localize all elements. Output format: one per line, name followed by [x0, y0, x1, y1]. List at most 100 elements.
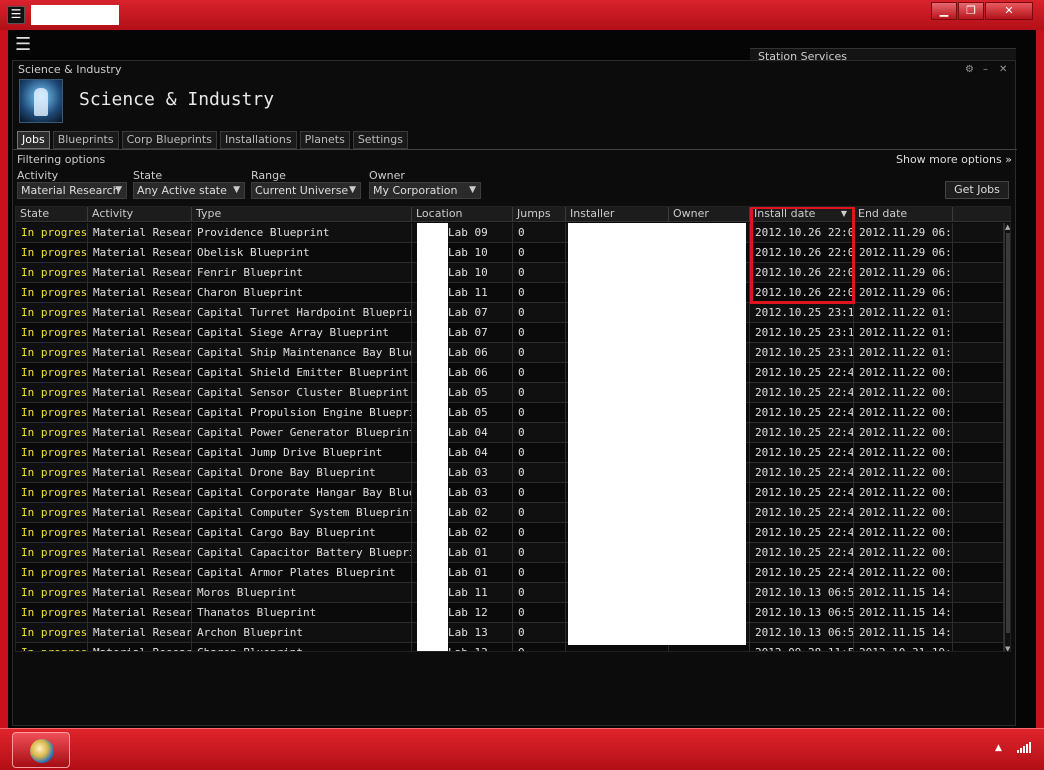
table-row[interactable]: In progressMaterial ResearchCapital Capa…	[16, 543, 1004, 563]
cell-filler	[953, 303, 1004, 323]
scroll-up-icon[interactable]: ▲	[1005, 223, 1010, 231]
tray-expand-icon[interactable]: ▲	[995, 743, 1002, 753]
cell-install-date: 2012.10.26 22:04	[750, 223, 854, 243]
cell-type: Thanatos Blueprint	[192, 603, 412, 623]
cell-jumps: 0	[513, 483, 566, 503]
cell-state: In progress	[16, 363, 88, 383]
table-row[interactable]: In progressMaterial ResearchArchon Bluep…	[16, 623, 1004, 643]
table-row[interactable]: In progressMaterial ResearchObelisk Blue…	[16, 243, 1004, 263]
show-more-options-link[interactable]: Show more options »	[896, 153, 1012, 166]
table-row[interactable]: In progressMaterial ResearchCapital Sieg…	[16, 323, 1004, 343]
column-type[interactable]: Type	[192, 207, 412, 222]
column-owner[interactable]: Owner	[669, 207, 750, 222]
cell-filler	[953, 523, 1004, 543]
title-bar[interactable]: ☰ ▁ ❐ ✕	[0, 0, 1044, 30]
cell-install-date: 2012.10.25 22:45	[750, 483, 854, 503]
cell-state: In progress	[16, 343, 88, 363]
cell-state: In progress	[16, 403, 88, 423]
cell-state: In progress	[16, 623, 88, 643]
window-title	[31, 5, 119, 25]
cell-jumps: 0	[513, 403, 566, 423]
tab-settings[interactable]: Settings	[352, 131, 408, 149]
activity-dropdown[interactable]: Material Research ▼	[17, 182, 127, 199]
cell-state: In progress	[16, 563, 88, 583]
table-row[interactable]: In progressMaterial ResearchCapital Jump…	[16, 443, 1004, 463]
column-filler	[953, 207, 1004, 222]
cell-activity: Material Research	[88, 563, 192, 583]
cell-filler	[953, 263, 1004, 283]
cell-install-date: 2012.10.25 22:44	[750, 543, 854, 563]
table-row[interactable]: In progressMaterial ResearchCapital Powe…	[16, 423, 1004, 443]
panel-heading: Science & Industry	[79, 89, 275, 110]
owner-dropdown[interactable]: My Corporation ▼	[369, 182, 481, 199]
table-row[interactable]: In progressMaterial ResearchCapital Corp…	[16, 483, 1004, 503]
cell-jumps: 0	[513, 643, 566, 651]
start-orb-icon[interactable]	[12, 732, 70, 768]
scroll-down-icon[interactable]: ▼	[1005, 645, 1010, 651]
table-row[interactable]: In progressMaterial ResearchCapital Prop…	[16, 403, 1004, 423]
range-dropdown[interactable]: Current Universe ▼	[251, 182, 361, 199]
window-frame: ☰ ▁ ❐ ✕ ☰ Station Services Science & Ind…	[0, 0, 1044, 770]
cell-jumps: 0	[513, 503, 566, 523]
minimize-icon[interactable]: –	[983, 64, 988, 75]
close-button[interactable]: ✕	[985, 2, 1033, 20]
table-row[interactable]: In progressMaterial ResearchCharon Bluep…	[16, 283, 1004, 303]
close-icon[interactable]: ✕	[999, 64, 1007, 75]
table-row[interactable]: In progressMaterial ResearchCapital Turr…	[16, 303, 1004, 323]
tab-installations[interactable]: Installations	[219, 131, 297, 149]
tab-corp-blueprints[interactable]: Corp Blueprints	[121, 131, 217, 149]
column-jumps[interactable]: Jumps	[513, 207, 566, 222]
column-location[interactable]: Location	[412, 207, 513, 222]
cell-type: Capital Turret Hardpoint Blueprint	[192, 303, 412, 323]
state-dropdown[interactable]: Any Active state ▼	[133, 182, 245, 199]
cell-jumps: 0	[513, 343, 566, 363]
table-row[interactable]: In progressMaterial ResearchCharon Bluep…	[16, 643, 1004, 651]
table-row[interactable]: In progressMaterial ResearchCapital Comp…	[16, 503, 1004, 523]
tab-blueprints[interactable]: Blueprints	[52, 131, 119, 149]
column-installer[interactable]: Installer	[566, 207, 669, 222]
activity-value: Material Research	[21, 184, 120, 197]
gear-icon[interactable]: ⚙	[965, 64, 974, 75]
table-row[interactable]: In progressMaterial ResearchCapital Sens…	[16, 383, 1004, 403]
range-label: Range	[251, 169, 286, 182]
table-row[interactable]: In progressMaterial ResearchCapital Armo…	[16, 563, 1004, 583]
table-scrollbar[interactable]: ▲ ▼	[1004, 223, 1010, 651]
scrollbar-thumb[interactable]	[1006, 233, 1010, 633]
cell-install-date: 2012.10.25 22:46	[750, 403, 854, 423]
cell-install-date: 2012.10.25 23:19	[750, 323, 854, 343]
table-row[interactable]: In progressMaterial ResearchCapital Dron…	[16, 463, 1004, 483]
table-row[interactable]: In progressMaterial ResearchThanatos Blu…	[16, 603, 1004, 623]
cell-type: Capital Drone Bay Blueprint	[192, 463, 412, 483]
table-row[interactable]: In progressMaterial ResearchCapital Shie…	[16, 363, 1004, 383]
column-state[interactable]: State	[16, 207, 88, 222]
tab-planets[interactable]: Planets	[299, 131, 350, 149]
cell-activity: Material Research	[88, 403, 192, 423]
cell-type: Capital Computer System Blueprint	[192, 503, 412, 523]
cell-filler	[953, 283, 1004, 303]
network-signal-icon[interactable]	[1017, 741, 1031, 753]
table-row[interactable]: In progressMaterial ResearchCapital Ship…	[16, 343, 1004, 363]
cell-state: In progress	[16, 583, 88, 603]
cell-filler	[953, 563, 1004, 583]
tab-jobs[interactable]: Jobs	[17, 131, 50, 149]
table-row[interactable]: In progressMaterial ResearchFenrir Bluep…	[16, 263, 1004, 283]
cell-end-date: 2012.11.15 14:57	[854, 583, 953, 603]
minimize-button[interactable]: ▁	[931, 2, 957, 20]
cell-activity: Material Research	[88, 263, 192, 283]
maximize-button[interactable]: ❐	[958, 2, 984, 20]
column-install-date[interactable]: Install date ▼	[750, 207, 854, 222]
column-activity[interactable]: Activity	[88, 207, 192, 222]
table-row[interactable]: In progressMaterial ResearchMoros Bluepr…	[16, 583, 1004, 603]
tab-bar: Jobs Blueprints Corp Blueprints Installa…	[17, 131, 411, 149]
cell-jumps: 0	[513, 463, 566, 483]
table-row[interactable]: In progressMaterial ResearchProvidence B…	[16, 223, 1004, 243]
column-end-date[interactable]: End date	[854, 207, 953, 222]
cell-end-date: 2012.11.22 00:44	[854, 523, 953, 543]
get-jobs-button[interactable]: Get Jobs	[945, 181, 1009, 199]
cell-state: In progress	[16, 223, 88, 243]
hamburger-menu-icon[interactable]: ☰	[15, 36, 41, 56]
cell-install-date: 2012.10.25 22:46	[750, 423, 854, 443]
app-menu-icon[interactable]: ☰	[7, 6, 25, 24]
redaction-block	[417, 223, 448, 651]
table-row[interactable]: In progressMaterial ResearchCapital Carg…	[16, 523, 1004, 543]
